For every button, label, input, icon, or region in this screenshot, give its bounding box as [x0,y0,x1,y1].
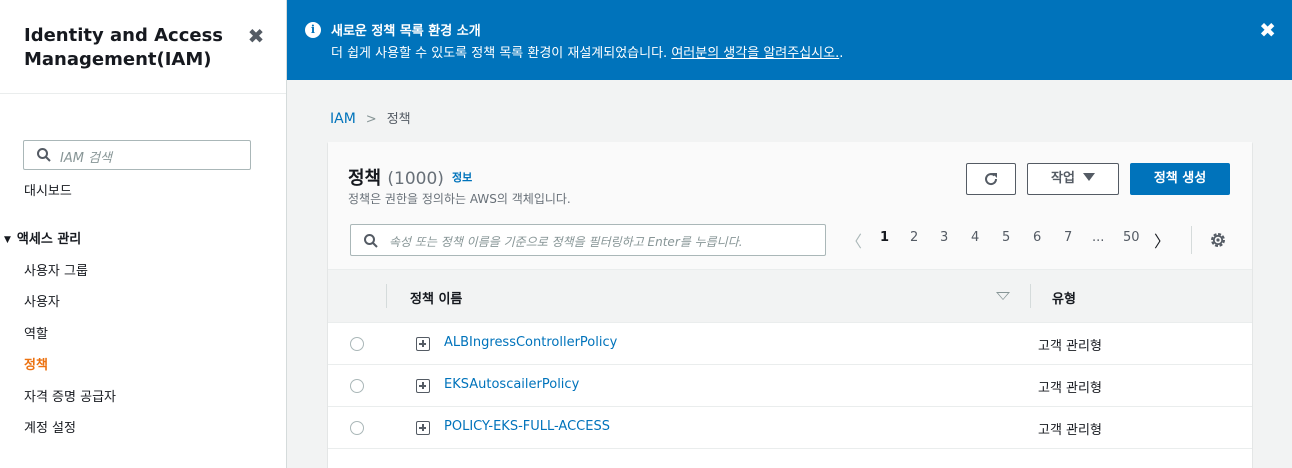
info-link[interactable]: 정보 [452,169,472,185]
table-row[interactable]: EKSAutoscailerPolicy 고객 관리형 [328,365,1252,407]
flash-title: 새로운 정책 목록 환경 소개 [331,24,481,39]
info-icon: i [305,22,321,38]
sidebar-item-policies[interactable]: 정책 [24,354,48,373]
sidebar-section-access[interactable]: ▼ 액세스 관리 [4,228,81,247]
refresh-icon [985,173,998,186]
flash-body: 더 쉽게 사용할 수 있도록 정책 목록 환경이 재설계되었습니다. 여러분의 … [331,42,843,61]
search-icon [364,234,378,248]
sort-descending-icon[interactable] [996,292,1010,300]
panel-header: 정책 (1000) 정보 정책은 권한을 정의하는 AWS의 객체입니다. 작업… [328,142,1252,270]
caret-down-icon [1082,173,1095,181]
expand-plus-icon[interactable] [416,379,430,393]
row-select-radio[interactable] [350,379,364,393]
actions-label: 작업 [1051,171,1075,186]
panel-description: 정책은 권한을 정의하는 AWS의 객체입니다. [348,192,571,206]
page-3[interactable]: 3 [940,230,948,245]
actions-dropdown[interactable]: 작업 [1027,163,1119,195]
policy-name-link[interactable]: POLICY-EKS-FULL-ACCESS [444,419,610,434]
policy-type: 고객 관리형 [1038,381,1102,396]
sidebar-section-label: 액세스 관리 [16,232,82,247]
sidebar-header: Identity and Access Management(IAM) ✖ [0,0,286,94]
column-header-policy-name[interactable]: 정책 이름 [410,288,462,307]
expand-plus-icon[interactable] [416,337,430,351]
pager-divider [1191,226,1192,254]
policy-name-link[interactable]: ALBIngressControllerPolicy [444,335,617,350]
page-title-text: 정책 [348,168,382,189]
page-4[interactable]: 4 [971,230,979,245]
table-row[interactable]: ALBIngressControllerPolicy 고객 관리형 [328,323,1252,365]
refresh-button[interactable] [966,163,1016,195]
caret-down-icon: ▼ [4,235,11,245]
row-select-radio[interactable] [350,421,364,435]
prev-page-icon[interactable]: 〈 [846,228,862,252]
breadcrumb-current: 정책 [386,112,411,127]
next-page-icon[interactable]: 〉 [1154,228,1170,252]
policy-type: 고객 관리형 [1038,339,1102,354]
sidebar-item-dashboard[interactable]: 대시보드 [24,180,72,199]
page-ellipsis: ... [1092,230,1105,245]
column-divider [386,284,387,308]
feedback-link[interactable]: 여러분의 생각을 알려주십시오. [671,46,839,61]
page-2[interactable]: 2 [910,230,918,245]
sidebar-title-line1: Identity and Access [24,25,224,46]
filter-placeholder: 속성 또는 정책 이름을 기준으로 정책을 필터링하고 Enter를 누릅니다. [389,235,743,249]
table-header: 정책 이름 유형 [328,270,1252,323]
flash-body-text: 더 쉽게 사용할 수 있도록 정책 목록 환경이 재설계되었습니다. [331,46,672,61]
sidebar-item-user-groups[interactable]: 사용자 그룹 [24,260,88,279]
sidebar-close-icon[interactable]: ✖ [244,24,268,48]
chevron-right-icon: > [365,112,377,127]
create-policy-button[interactable]: 정책 생성 [1130,163,1230,195]
column-divider [1030,284,1031,308]
policy-type: 고객 관리형 [1038,423,1102,438]
flash-banner: i 새로운 정책 목록 환경 소개 더 쉽게 사용할 수 있도록 정책 목록 환… [287,0,1292,80]
row-select-radio[interactable] [350,337,364,351]
expand-plus-icon[interactable] [416,421,430,435]
page-6[interactable]: 6 [1033,230,1041,245]
page-title: 정책 (1000) [348,164,444,190]
policies-panel: 정책 (1000) 정보 정책은 권한을 정의하는 AWS의 객체입니다. 작업… [328,142,1252,468]
policy-count: (1000) [387,169,444,189]
flash-body-trail: . [839,46,844,61]
settings-gear-icon[interactable] [1208,230,1228,250]
column-header-type[interactable]: 유형 [1052,288,1076,307]
page-1[interactable]: 1 [880,230,889,245]
search-icon [37,148,51,162]
breadcrumb: IAM > 정책 [330,108,411,127]
page-50[interactable]: 50 [1123,230,1140,245]
sidebar-search-input[interactable]: IAM 검색 [23,140,251,170]
sidebar-title-line2: Management(IAM) [24,49,212,70]
breadcrumb-iam[interactable]: IAM [330,111,356,127]
sidebar: Identity and Access Management(IAM) ✖ IA… [0,0,287,468]
sidebar-item-account-settings[interactable]: 계정 설정 [24,417,76,436]
sidebar-item-roles[interactable]: 역할 [24,323,48,342]
filter-input[interactable]: 속성 또는 정책 이름을 기준으로 정책을 필터링하고 Enter를 누릅니다. [350,224,826,256]
sidebar-item-users[interactable]: 사용자 [24,291,60,310]
page-7[interactable]: 7 [1064,230,1072,245]
policy-name-link[interactable]: EKSAutoscailerPolicy [444,377,579,392]
page-5[interactable]: 5 [1002,230,1010,245]
flash-close-icon[interactable]: ✖ [1259,18,1276,42]
sidebar-search-placeholder: IAM 검색 [60,151,112,166]
sidebar-title: Identity and Access Management(IAM) [24,24,223,72]
table-row[interactable]: POLICY-EKS-FULL-ACCESS 고객 관리형 [328,407,1252,449]
sidebar-item-identity-providers[interactable]: 자격 증명 공급자 [24,386,116,405]
